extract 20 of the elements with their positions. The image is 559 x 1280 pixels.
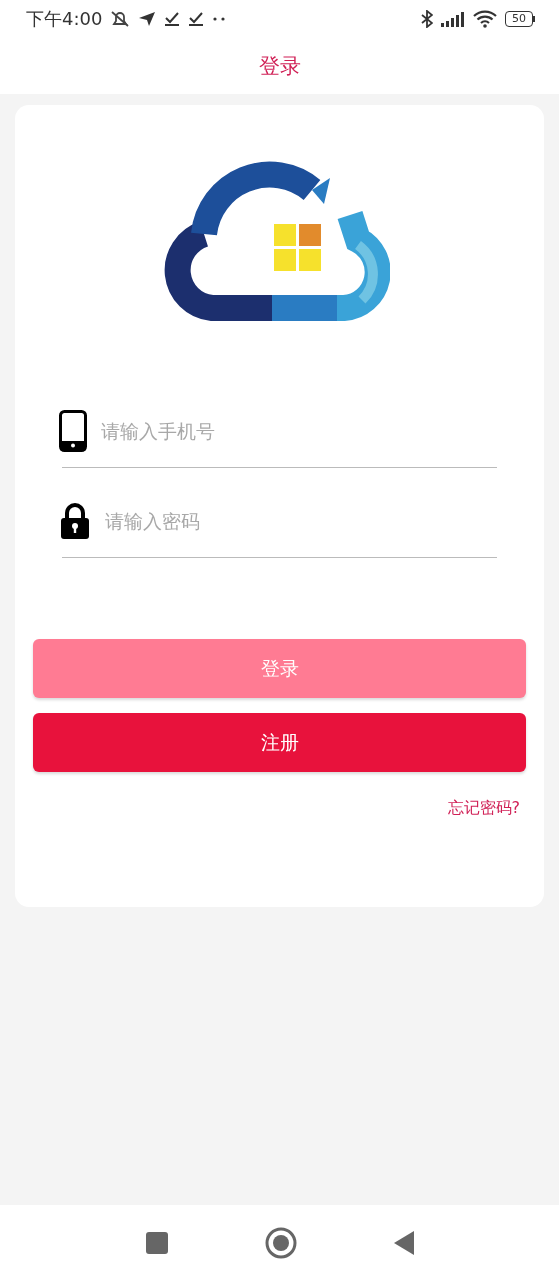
phone-icon [59,409,87,452]
recents-button[interactable] [144,1230,169,1255]
send-icon [138,11,157,27]
status-time: 下午4:00 [26,7,103,31]
home-button[interactable] [264,1226,297,1259]
lock-icon [59,501,91,540]
wifi-icon [473,10,497,28]
password-field[interactable]: 请输入密码 [103,508,497,533]
page-title: 登录 [258,53,301,80]
forgot-password-link[interactable]: 忘记密码? [447,798,520,819]
phone-field[interactable]: 请输入手机号 [99,418,497,443]
battery-indicator: 50 [505,11,535,27]
bluetooth-icon [421,10,433,28]
check-icon [164,11,181,27]
bell-muted-icon [110,10,131,28]
check-icon [188,11,205,27]
more-icon [212,16,227,22]
register-button[interactable]: 注册 [33,713,526,772]
back-button[interactable] [392,1229,415,1256]
signal-icon [441,11,465,27]
